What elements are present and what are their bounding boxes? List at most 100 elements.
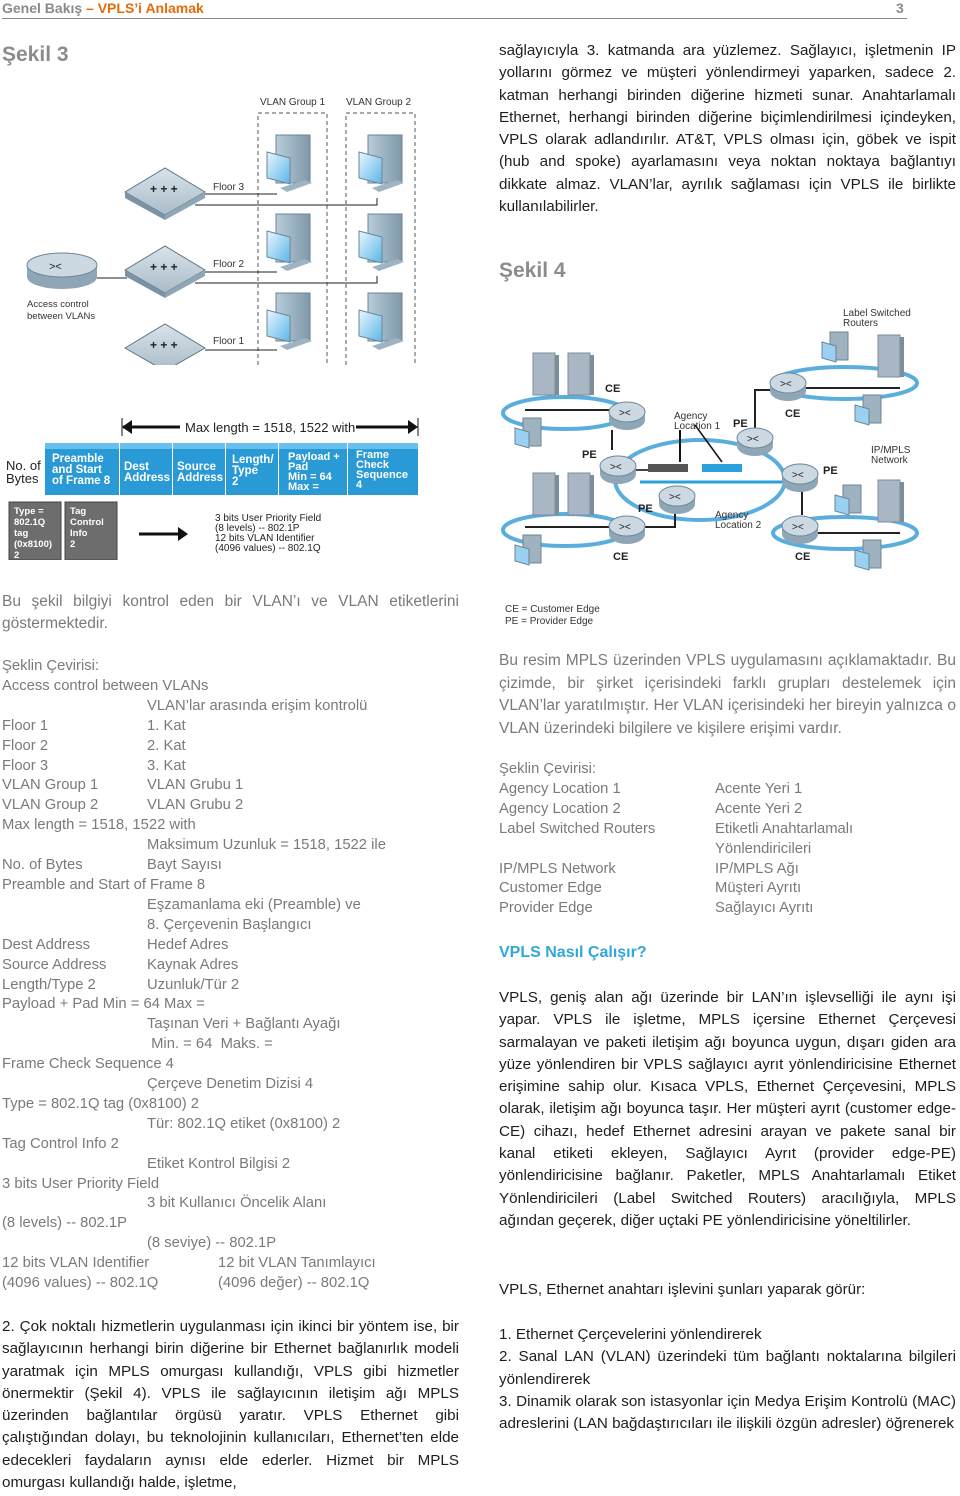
- computer-icon: [266, 134, 312, 192]
- frame-cell-dest-address: Dest Address: [120, 443, 172, 495]
- section-paragraph: VPLS, geniş alan ağı üzerinde bir LAN’ın…: [499, 989, 956, 1229]
- figure-4-caption: Bu resim MPLS üzerinden VPLS uygulamasın…: [499, 652, 956, 737]
- term-tr: (8 seviye) -- 802.1P: [147, 1235, 277, 1252]
- figure-3-vlan-diagram: VLAN Group 1 VLAN Group 2 + + + + + + + …: [26, 97, 416, 365]
- translation-row: Source Address Kaynak Adres: [2, 956, 472, 976]
- term-tr-cont: Min. = 64 Maks. =: [147, 1036, 273, 1053]
- term-en: Agency Location 1: [499, 780, 621, 797]
- translation-title: Şeklin Çevirisi:: [2, 658, 100, 674]
- term-en: Dest Address: [2, 936, 91, 953]
- svg-text:2: 2: [232, 476, 238, 488]
- term-tr: 2. Kat: [147, 737, 186, 754]
- translation-row: No. of Bytes Bayt Sayısı: [2, 856, 472, 876]
- translation-row: Dest Address Hedef Adres: [2, 936, 472, 956]
- term-en: Provider Edge: [499, 900, 593, 917]
- term-tr: 3. Kat: [147, 757, 186, 774]
- translation-row: Agency Location 1 Acente Yeri 1: [499, 780, 959, 800]
- frame-cell-length-type: Length/ Type 2: [226, 443, 278, 495]
- pe-label: PE: [582, 449, 597, 461]
- term-tr: 12 bit VLAN Tanımlayıcı: [218, 1255, 376, 1272]
- term-tr: VLAN’lar arasında erişim kontrolü: [147, 697, 368, 714]
- svg-text:tag: tag: [14, 528, 28, 539]
- translation-list-left: Şeklin Çevirisi: Access control between …: [2, 657, 472, 1294]
- term-tr: IP/MPLS Ağı: [715, 860, 799, 877]
- translation-row: Length/Type 2 Uzunluk/Tür 2: [2, 976, 472, 996]
- translation-row: VLAN Group 2 VLAN Grubu 2: [2, 796, 472, 816]
- term-tr-cont: Yönlendiricileri: [715, 840, 812, 857]
- frame-cell-preamble: Preamble and Start of Frame 8: [45, 443, 119, 495]
- agency-location-2-label-2: Location 2: [715, 520, 762, 531]
- left-body-paragraph: 2. Çok noktalı hizmetlerin uygulanması i…: [2, 1318, 459, 1492]
- agency-location-1-switch: [648, 464, 688, 472]
- svg-text:802.1Q: 802.1Q: [14, 517, 45, 528]
- tag-detail-4: (4096 values) -- 802.1Q: [215, 543, 321, 554]
- term-tr: VLAN Grubu 2: [147, 797, 244, 814]
- feature-list: 1. Ethernet Çerçevelerini yönlendirerek …: [499, 1324, 956, 1435]
- term-en: Source Address: [2, 956, 107, 973]
- term-en: Type = 802.1Q tag (0x8100) 2: [2, 1095, 200, 1112]
- floor-3-label: Floor 3: [213, 182, 245, 193]
- frame-cell-source-address: Source Address: [173, 443, 225, 495]
- svg-text:2: 2: [14, 550, 19, 560]
- svg-text:2: 2: [70, 539, 75, 550]
- section-title: VPLS Nasıl Çalışır?: [499, 944, 647, 961]
- list-item: 3. Dinamik olarak son istasyonlar için M…: [499, 1392, 956, 1433]
- translation-row: Yönlendiricileri: [499, 840, 959, 860]
- translation-row: 12 bits VLAN Identifier 12 bit VLAN Tanım…: [2, 1254, 472, 1274]
- term-tr: Sağlayıcı Ayrıtı: [715, 900, 814, 917]
- translation-row: Agency Location 2 Acente Yeri 2: [499, 800, 959, 820]
- ce-label: CE: [795, 551, 810, 563]
- translation-row: Floor 2 2. Kat: [2, 737, 472, 757]
- ce-label: CE: [605, 383, 620, 395]
- svg-text:Address: Address: [124, 472, 170, 484]
- term-tr: Kaynak Adres: [147, 956, 239, 973]
- term-tr: Müşteri Ayrıtı: [715, 880, 802, 897]
- term-tr: Eşzamanlama eki (Preamble) ve: [147, 896, 361, 913]
- translation-row: Tag Control Info 2 Etiket Kontrol Bilgisi…: [2, 1135, 472, 1175]
- router-ce: [781, 515, 819, 545]
- legend-ce: CE = Customer Edge: [505, 604, 600, 615]
- agency-location-2-switch: [702, 464, 742, 472]
- router-pe: [599, 455, 637, 485]
- term-tr: Etiket Kontrol Bilgisi 2: [147, 1155, 291, 1172]
- term-en: Frame Check Sequence 4: [2, 1056, 174, 1073]
- page-header: Genel Bakış – VPLS’i Anlamak: [2, 0, 907, 19]
- translation-title: Şeklin Çevirisi:: [499, 761, 597, 777]
- computer-icon: [358, 292, 405, 351]
- svg-text:Control: Control: [70, 517, 104, 528]
- term-en: Customer Edge: [499, 880, 602, 897]
- pe-label: PE: [823, 465, 838, 477]
- bytes-label-2: Bytes: [6, 471, 39, 486]
- svg-text:Type =: Type =: [14, 506, 44, 517]
- term-en: Tag Control Info 2: [2, 1135, 119, 1152]
- term-tr: Acente Yeri 2: [715, 800, 803, 817]
- translation-row: Label Switched Routers Etiketli Anahtarla…: [499, 820, 959, 840]
- router-pe: [658, 485, 696, 515]
- term-en: No. of Bytes: [2, 857, 83, 874]
- svg-text:4: 4: [356, 479, 363, 491]
- svg-text:of Frame 8: of Frame 8: [52, 475, 111, 487]
- term-en: VLAN Group 2: [2, 797, 99, 814]
- translation-row: Type = 802.1Q tag (0x8100) 2 Tür: 802.1Q …: [2, 1095, 472, 1135]
- translation-row: 3 bits User Priority Field 3 bit Kullanıc…: [2, 1175, 472, 1215]
- term-en: (8 levels) -- 802.1P: [2, 1215, 128, 1232]
- translation-list-right: Şeklin Çevirisi: Agency Location 1 Acente…: [499, 760, 959, 919]
- translation-row: Customer Edge Müşteri Ayrıtı: [499, 879, 959, 899]
- list-intro: VPLS, Ethernet anahtarı işlevini şunları…: [499, 1281, 866, 1298]
- router-label-2: between VLANs: [27, 311, 95, 322]
- figure-4-mpls-diagram: >< Label Switched Routers CE CE CE CE PE…: [501, 308, 919, 627]
- router-ce: [608, 401, 646, 431]
- legend-pe: PE = Provider Edge: [505, 616, 594, 627]
- network-label-2: Network: [871, 455, 909, 466]
- term-tr: (4096 değer) -- 802.1Q: [218, 1275, 370, 1292]
- translation-row: Preamble and Start of Frame 8 Eşzamanlama…: [2, 876, 472, 936]
- translation-row: (4096 values) -- 802.1Q (4096 değer) -- 8…: [2, 1274, 472, 1294]
- switch-floor-3: + + +: [124, 167, 206, 220]
- computer-icon: [266, 213, 313, 272]
- frame-cell-fcs: Frame Check Sequence 4: [348, 443, 418, 495]
- term-tr: Hedef Adres: [147, 936, 229, 953]
- pe-label: PE: [733, 418, 748, 430]
- translation-row: Frame Check Sequence 4 Çerçeve Denetim Di…: [2, 1055, 472, 1095]
- lan-ring: [501, 512, 629, 548]
- floor-1-label: Floor 1: [213, 336, 245, 347]
